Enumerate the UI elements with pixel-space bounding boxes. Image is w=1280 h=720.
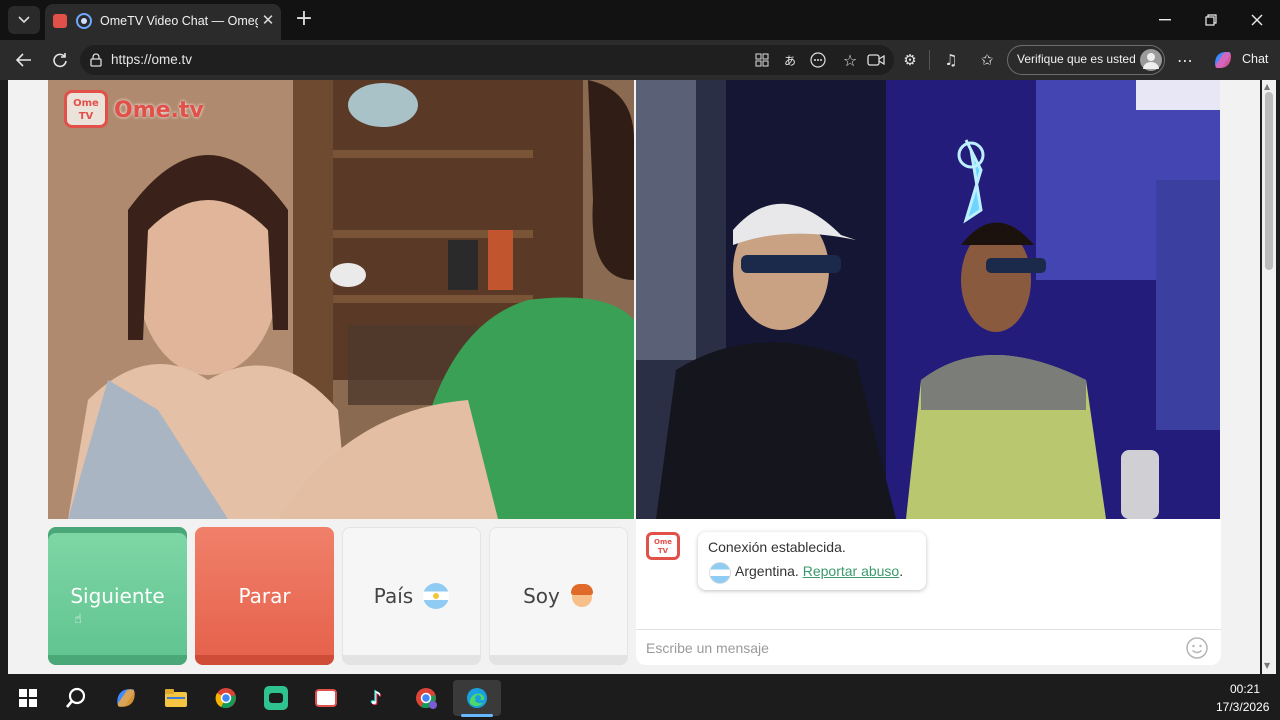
copilot-icon[interactable] bbox=[1212, 50, 1234, 70]
stop-button-label: Parar bbox=[238, 584, 291, 608]
scrollbar-thumb[interactable] bbox=[1265, 92, 1273, 270]
emoji-icon[interactable] bbox=[1185, 636, 1209, 660]
back-icon[interactable] bbox=[12, 48, 36, 72]
copilot-chat-label[interactable]: Chat bbox=[1242, 52, 1268, 66]
url-text[interactable]: https://ome.tv bbox=[111, 52, 192, 67]
close-window-icon[interactable] bbox=[1237, 6, 1277, 34]
stop-button[interactable]: Parar bbox=[195, 527, 334, 665]
next-button-label: Siguiente bbox=[70, 584, 165, 608]
partner-country-line: Argentina. Reportar abuso. bbox=[735, 563, 903, 579]
tiktok-icon[interactable]: ♪ bbox=[356, 680, 396, 716]
partner-country-text: Argentina. bbox=[735, 563, 799, 579]
country-button-shadow bbox=[342, 655, 481, 665]
gender-button-shadow bbox=[489, 655, 628, 665]
minimize-icon[interactable] bbox=[1145, 6, 1185, 34]
country-filter-button[interactable]: País bbox=[342, 527, 481, 665]
ometv-logo-badge: Ome TV bbox=[64, 90, 108, 128]
favorite-star-icon[interactable]: ☆ bbox=[840, 50, 860, 70]
scroll-down-icon[interactable]: ▼ bbox=[1264, 661, 1270, 670]
close-tab-icon[interactable]: ✕ bbox=[259, 11, 277, 29]
connection-status-text: Conexión establecida. bbox=[708, 539, 846, 555]
profile-avatar bbox=[1140, 49, 1162, 71]
next-button[interactable]: Siguiente bbox=[48, 527, 187, 665]
gender-button-label: Soy bbox=[523, 584, 560, 608]
edge-taskbar-icon[interactable] bbox=[453, 680, 501, 716]
extensions-icon[interactable]: ⚙ bbox=[900, 50, 920, 70]
ometv-favicon bbox=[53, 14, 67, 28]
message-input[interactable] bbox=[646, 638, 1166, 658]
argentina-flag-icon bbox=[709, 562, 731, 584]
messenger-app-icon[interactable] bbox=[256, 680, 296, 716]
boy-avatar-icon bbox=[570, 583, 594, 609]
sharing-icon bbox=[76, 13, 92, 29]
profile-verify-label: Verifique que es usted bbox=[1017, 52, 1136, 66]
mouse-cursor-icon: ☝ bbox=[74, 612, 82, 627]
active-app-indicator bbox=[461, 714, 493, 717]
media-control-icon[interactable]: ♫ bbox=[940, 50, 962, 70]
favorites-icon[interactable]: ✩ bbox=[976, 50, 998, 70]
file-explorer-icon[interactable] bbox=[156, 680, 196, 716]
country-button-label: País bbox=[373, 584, 414, 608]
new-tab-button[interactable]: + bbox=[292, 8, 316, 32]
argentina-flag-icon bbox=[423, 583, 450, 609]
chrome-icon[interactable] bbox=[206, 680, 246, 716]
translate-icon[interactable]: あ bbox=[780, 50, 800, 70]
active-tab[interactable]: OmeTV Video Chat — Omegle ✕ bbox=[45, 4, 281, 40]
lock-icon[interactable] bbox=[88, 52, 104, 68]
restore-icon[interactable] bbox=[1191, 6, 1231, 34]
next-button-shadow bbox=[48, 655, 187, 665]
chat-avatar-text: Ome TV bbox=[654, 538, 672, 555]
partner-video: Ome TV Ome.tv bbox=[48, 80, 634, 519]
tab-list-button[interactable] bbox=[8, 6, 40, 34]
self-video bbox=[636, 80, 1220, 519]
chat-input-divider bbox=[636, 629, 1221, 630]
refresh-icon[interactable] bbox=[48, 48, 72, 72]
camera-icon[interactable] bbox=[866, 50, 886, 70]
report-abuse-link[interactable]: Reportar abuso bbox=[803, 563, 900, 579]
copilot-taskbar-icon[interactable] bbox=[106, 680, 146, 716]
gender-select-button[interactable]: Soy bbox=[489, 527, 628, 665]
ometv-logo-text[interactable]: Ome.tv bbox=[114, 98, 204, 123]
logo-badge-text: Ome TV bbox=[73, 98, 99, 122]
more-options-circle-icon[interactable] bbox=[808, 50, 828, 70]
ometv-chat-avatar-icon: Ome TV bbox=[646, 532, 680, 560]
app-available-icon[interactable] bbox=[752, 50, 772, 70]
report-link-period: . bbox=[899, 563, 904, 579]
clock-time[interactable]: 00:21 bbox=[1230, 682, 1260, 696]
settings-more-icon[interactable]: ⋯ bbox=[1174, 50, 1196, 70]
clock-date[interactable]: 17/3/2026 bbox=[1216, 700, 1269, 714]
toolbar-divider bbox=[929, 50, 930, 70]
scroll-up-icon[interactable]: ▲ bbox=[1264, 82, 1270, 91]
ometv-taskbar-icon[interactable] bbox=[306, 680, 346, 716]
search-icon[interactable] bbox=[56, 680, 96, 716]
stop-button-shadow bbox=[195, 655, 334, 665]
windows-start-icon[interactable] bbox=[8, 680, 48, 716]
tab-title: OmeTV Video Chat — Omegle bbox=[100, 14, 258, 28]
chrome-profile-icon[interactable] bbox=[406, 680, 446, 716]
